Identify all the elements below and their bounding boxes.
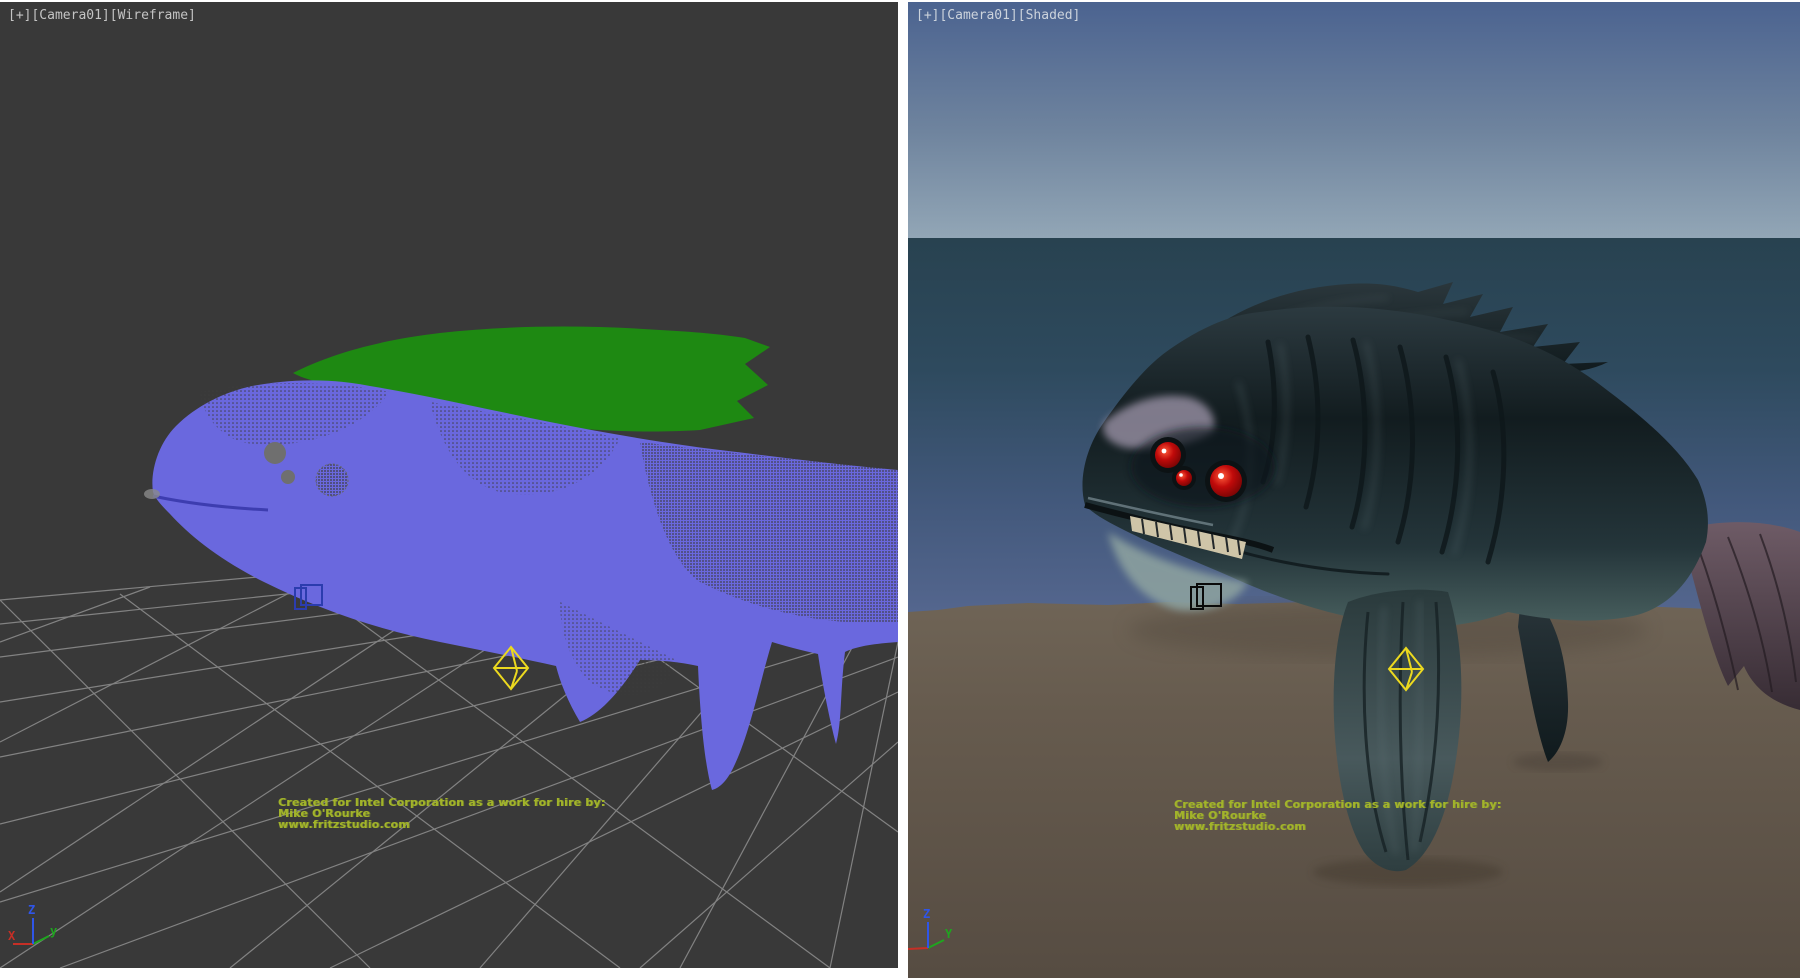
fish-body-wire[interactable] [144, 380, 898, 790]
axis-z-label: Z [28, 903, 35, 917]
fish-eye-wire [316, 464, 348, 496]
viewport-menu-camera[interactable]: [Camera01] [939, 8, 1017, 23]
viewport-label-left: [+][Camera01][Wireframe] [8, 8, 196, 23]
viewport-menu-shading[interactable]: [Shaded] [1018, 8, 1081, 23]
viewport-menu-pos[interactable]: [+] [916, 8, 939, 23]
scene-credit-text: Created for Intel Corporation as a work … [278, 797, 605, 830]
fish-lip-wire [144, 489, 160, 499]
viewport-wireframe: X y Z [+][Camera01][Wireframe] Created f… [0, 2, 898, 968]
credit-line-3: www.fritzstudio.com [278, 819, 605, 830]
fish-eye-spot-1 [264, 442, 286, 464]
fish-eye-socket-mask [1131, 427, 1275, 507]
viewport-menu-shading[interactable]: [Wireframe] [110, 8, 196, 23]
axis-z-label: Z [923, 907, 930, 921]
sky [908, 2, 1800, 238]
viewport-menu-camera[interactable]: [Camera01] [31, 8, 109, 23]
scene-credit-text: Created for Intel Corporation as a work … [1174, 799, 1501, 832]
fin-shadow-2 [1513, 753, 1603, 771]
viewport-label-right: [+][Camera01][Shaded] [916, 8, 1080, 23]
axis-y-label: Y [945, 927, 953, 941]
viewport-shaded: X Y Z [+][Camera01][Shaded] Created for … [908, 2, 1800, 978]
axis-x-label: X [8, 929, 16, 943]
viewport-menu-pos[interactable]: [+] [8, 8, 31, 23]
credit-line-3: www.fritzstudio.com [1174, 821, 1501, 832]
axis-tripod: X y Z [8, 903, 57, 944]
axis-y-label: y [50, 924, 57, 938]
fish-eye-spot-2 [281, 470, 295, 484]
